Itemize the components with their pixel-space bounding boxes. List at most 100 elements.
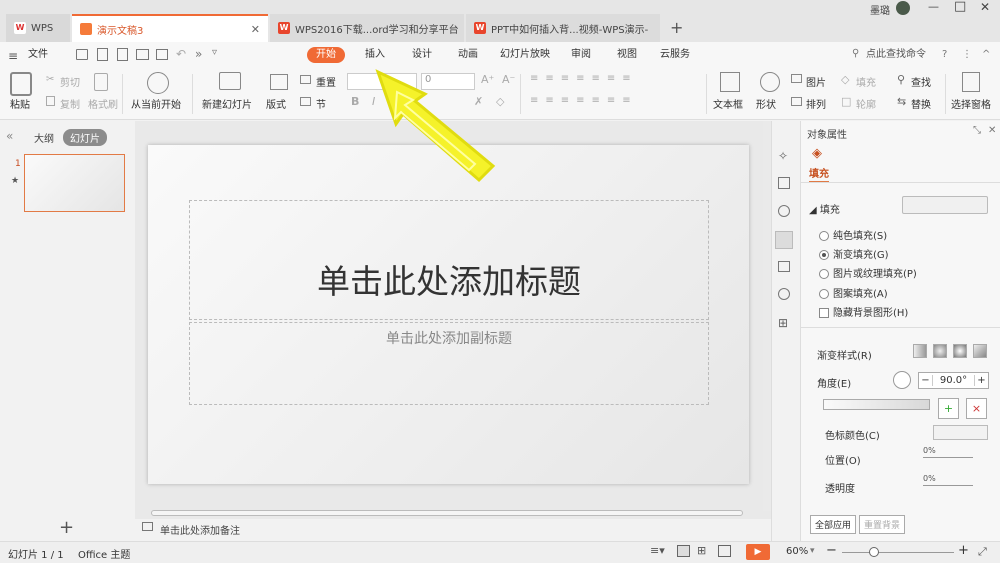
layout-button[interactable]: 版式 (266, 96, 286, 111)
add-slide-button[interactable]: + (59, 517, 74, 538)
menu-design[interactable]: 设计 (412, 42, 432, 68)
menu-slideshow[interactable]: 幻灯片放映 (500, 42, 550, 68)
subtitle-text[interactable]: 单击此处添加副标题 (189, 328, 709, 348)
copy-button[interactable]: 复制 (60, 96, 80, 111)
minimize-button[interactable]: — (928, 0, 939, 13)
print-icon[interactable] (136, 49, 149, 60)
increment-icon[interactable]: + (974, 375, 988, 386)
horizontal-scrollbar[interactable] (151, 510, 743, 516)
history-icon[interactable] (778, 288, 790, 300)
reset-background-button[interactable]: 重置背景 (859, 515, 906, 534)
select-pane-icon[interactable] (962, 72, 980, 92)
vertical-scrollbar[interactable] (763, 121, 771, 511)
close-panel-icon[interactable]: ✕ (988, 125, 996, 136)
collapse-panel-button[interactable]: « (6, 129, 13, 143)
maximize-button[interactable]: □ (954, 0, 966, 14)
play-slideshow-icon[interactable]: ▶ (746, 544, 770, 560)
picture-icon[interactable] (791, 74, 802, 83)
paragraph-tools[interactable]: ≡≡≡≡≡≡≡ (530, 73, 690, 87)
stop-color-dropdown[interactable] (933, 425, 988, 440)
angle-value[interactable]: 90.0° (933, 375, 974, 386)
title-text[interactable]: 单击此处添加标题 (189, 255, 709, 303)
angle-stepper[interactable]: − 90.0° + (918, 372, 989, 389)
magic-icon[interactable]: ✧ (778, 149, 788, 163)
zoom-dropdown-icon[interactable]: ▾ (810, 546, 815, 556)
zoom-slider[interactable] (842, 552, 954, 553)
open-folder-icon[interactable] (76, 49, 88, 60)
fill-button[interactable]: 填充 (856, 74, 876, 89)
menu-file[interactable]: 文件 (28, 42, 48, 68)
linear-gradient-button[interactable] (913, 344, 927, 358)
help-button[interactable]: ? (942, 42, 947, 68)
fill-color-dropdown[interactable] (902, 196, 988, 214)
position-slider[interactable] (923, 457, 973, 458)
outline-icon[interactable]: □ (841, 95, 851, 108)
shape-icon[interactable] (760, 72, 780, 92)
find-button[interactable]: 查找 (911, 74, 931, 89)
new-slide-icon[interactable] (219, 72, 241, 90)
option-picture-fill[interactable]: 图片或纹理填充(P) (819, 265, 917, 280)
fit-window-icon[interactable]: ⤢ (978, 545, 987, 559)
user-name[interactable]: 墨璐 (870, 2, 890, 17)
new-tab-button[interactable]: + (670, 18, 683, 37)
find-icon[interactable]: ⚲ (897, 73, 905, 86)
option-gradient-fill[interactable]: 渐变填充(G) (819, 246, 889, 261)
new-slide-button[interactable]: 新建幻灯片 (202, 96, 252, 111)
slide-canvas[interactable]: 单击此处添加标题 单击此处添加副标题 (148, 145, 749, 484)
print-preview-icon[interactable] (156, 49, 168, 60)
section-fill[interactable]: ◢ 填充 (809, 201, 840, 216)
transparency-slider[interactable] (923, 485, 973, 486)
theme-name[interactable]: Office 主题 (78, 546, 130, 561)
angle-dial[interactable] (893, 371, 911, 389)
bold-button[interactable]: B (351, 95, 359, 108)
path-gradient-button[interactable] (973, 344, 987, 358)
hide-background-checkbox[interactable]: 隐藏背景图形(H) (819, 304, 908, 319)
reset-button[interactable]: 重置 (316, 74, 336, 89)
rect-gradient-button[interactable] (953, 344, 967, 358)
zoom-slider-handle[interactable] (869, 547, 879, 557)
outline-button[interactable]: 轮廓 (856, 96, 876, 111)
tab-wps-home[interactable]: W WPS (6, 14, 70, 42)
tab-browser-1[interactable]: W WPS2016下载...ord学习和分享平台 (270, 14, 464, 42)
notes-view-icon[interactable]: ≡▾ (650, 544, 665, 557)
save-icon[interactable] (97, 48, 108, 61)
select-pane-button[interactable]: 选择窗格 (951, 96, 991, 111)
picture-button[interactable]: 图片 (806, 74, 826, 89)
export-pdf-icon[interactable] (117, 48, 128, 61)
decrement-icon[interactable]: − (919, 375, 933, 386)
format-painter-button[interactable]: 格式刷 (88, 96, 118, 111)
replace-button[interactable]: 替换 (911, 96, 931, 111)
cut-button[interactable]: 剪切 (60, 74, 80, 89)
panel-title[interactable]: 对象属性 (807, 126, 847, 141)
close-window-button[interactable]: ✕ (980, 0, 990, 14)
gradient-bar[interactable] (823, 399, 930, 410)
apply-all-button[interactable]: 全部应用 (810, 515, 857, 534)
paste-button[interactable]: 粘贴 (10, 96, 30, 111)
close-tab-icon[interactable]: ✕ (251, 23, 260, 36)
remove-stop-button[interactable]: × (966, 398, 987, 419)
menu-review[interactable]: 审阅 (571, 42, 591, 68)
layout-icon[interactable] (270, 74, 288, 90)
arrange-icon[interactable] (791, 97, 802, 106)
notes-placeholder[interactable]: 单击此处添加备注 (160, 522, 240, 537)
menu-view[interactable]: 视图 (617, 42, 637, 68)
copy-icon[interactable] (46, 96, 55, 106)
cut-icon[interactable]: ✂ (46, 74, 54, 85)
shape-button[interactable]: 形状 (756, 96, 776, 111)
radial-gradient-button[interactable] (933, 344, 947, 358)
menu-cloud[interactable]: 云服务 (660, 42, 690, 68)
textbox-button[interactable]: 文本框 (713, 96, 743, 111)
reset-icon[interactable] (300, 75, 311, 84)
format-painter-icon[interactable] (94, 73, 108, 91)
shapes-icon[interactable] (778, 205, 790, 217)
sorter-view-icon[interactable]: ⊞ (697, 544, 706, 557)
zoom-level[interactable]: 60% (786, 546, 808, 557)
add-stop-button[interactable]: + (938, 398, 959, 419)
copy-style-icon[interactable] (778, 177, 790, 189)
normal-view-icon[interactable] (677, 545, 690, 557)
tab-outline[interactable]: 大纲 (34, 130, 54, 145)
more-options-icon[interactable]: ⋮ (962, 42, 972, 68)
more-icon[interactable]: » (195, 47, 202, 61)
customize-icon[interactable]: ▿ (212, 47, 217, 58)
from-current-button[interactable]: 从当前开始 (131, 96, 181, 111)
